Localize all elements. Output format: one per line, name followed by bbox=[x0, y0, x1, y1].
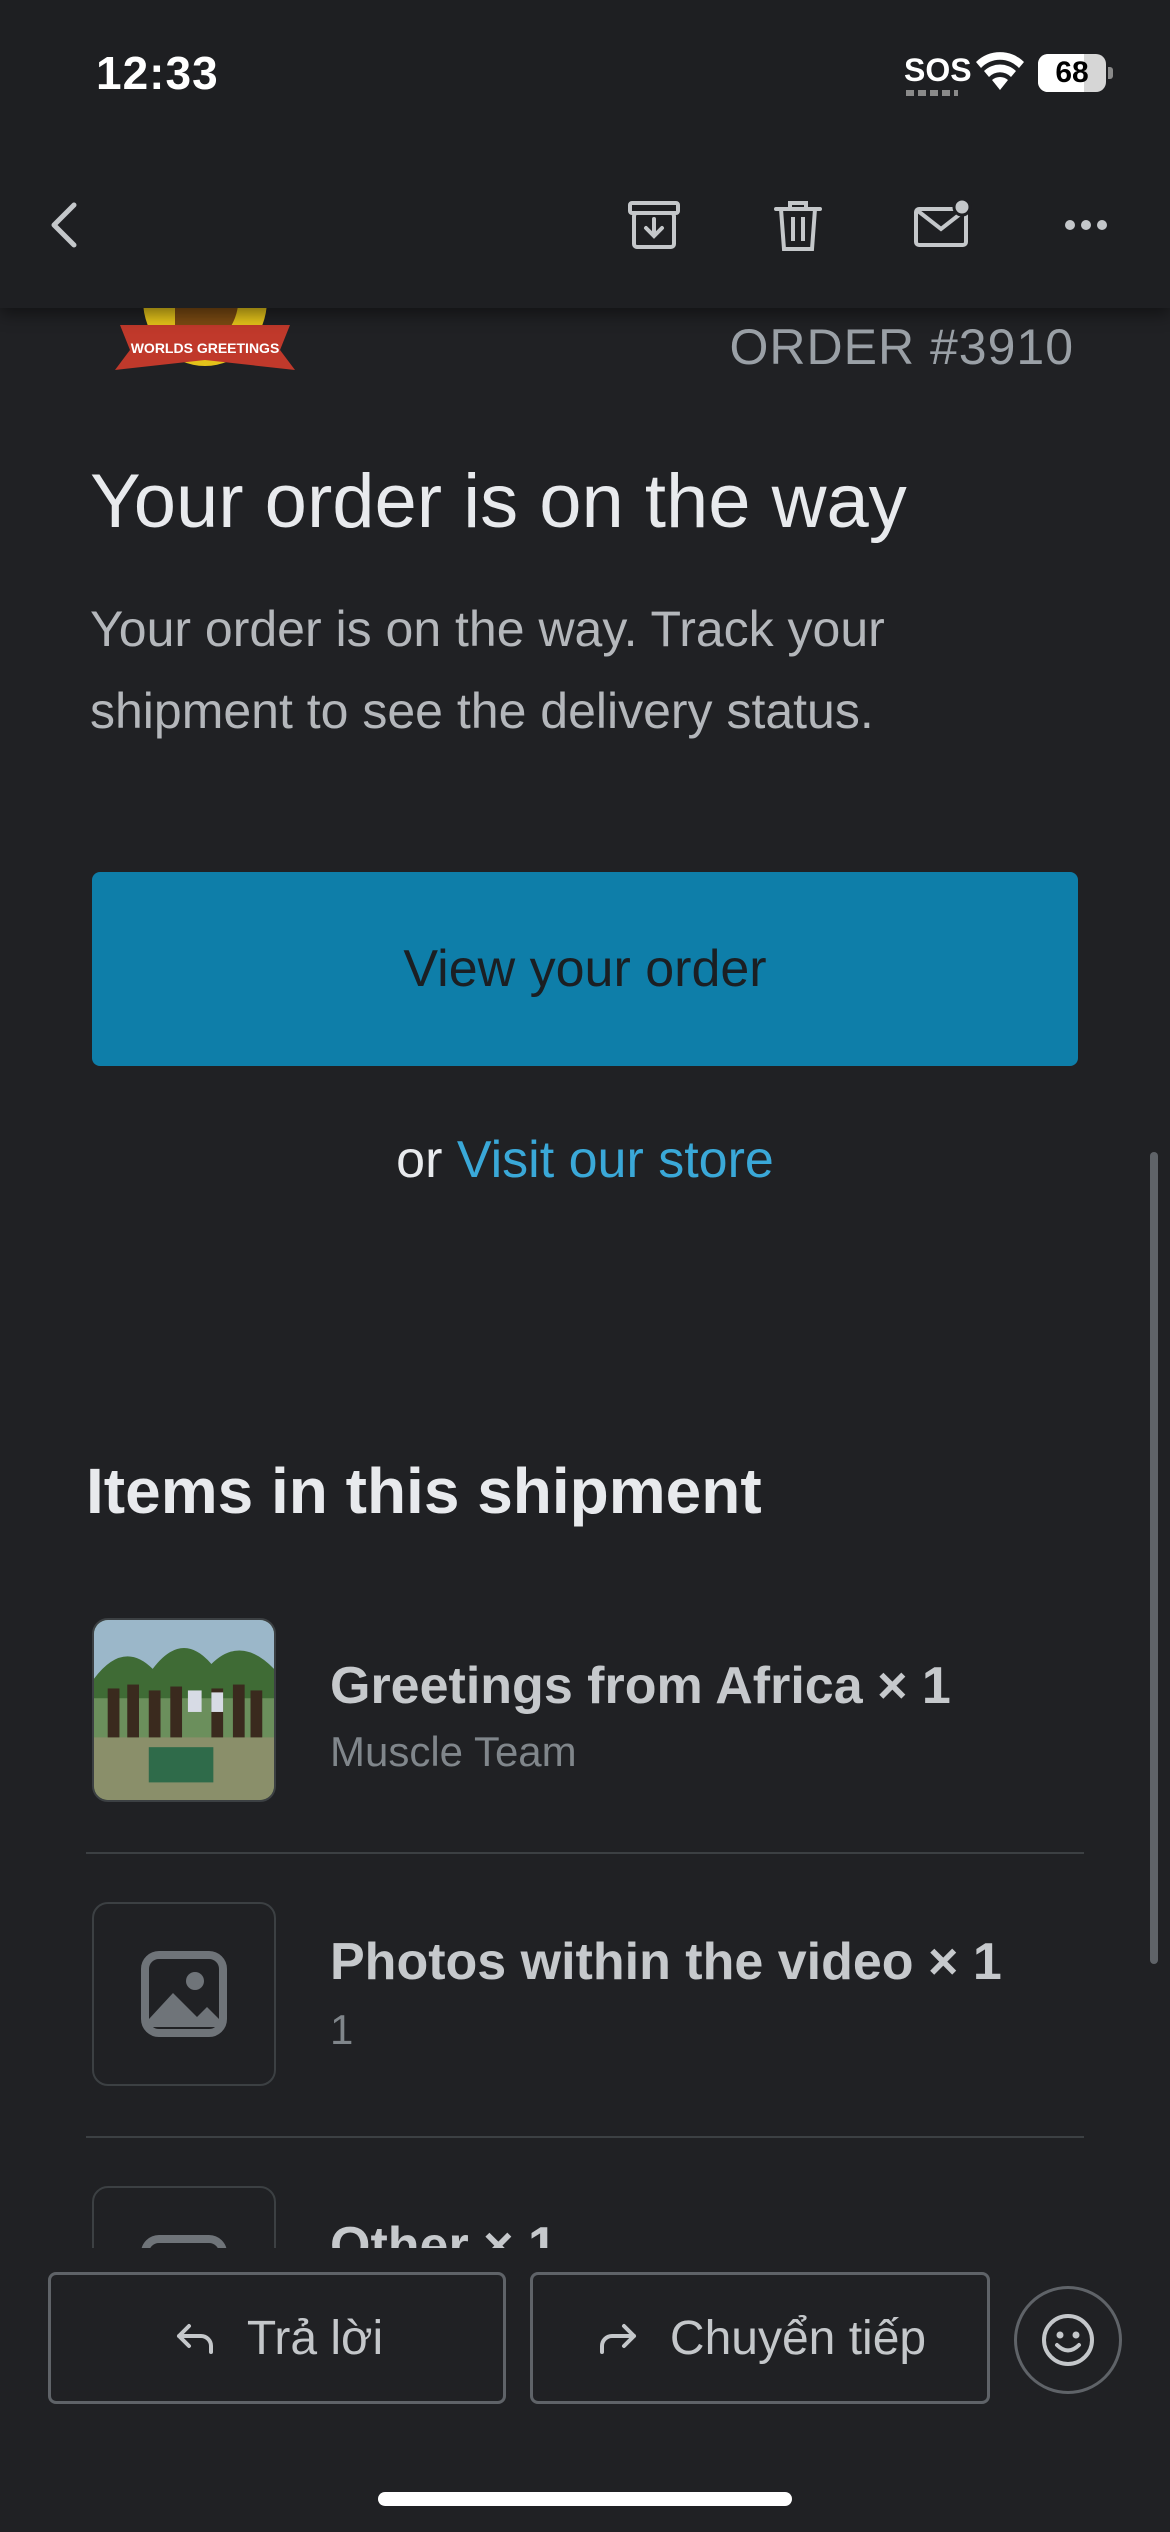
visit-store-link[interactable]: Visit our store bbox=[457, 1131, 774, 1189]
battery-icon: 68 bbox=[1038, 54, 1113, 92]
image-placeholder-icon bbox=[141, 2235, 227, 2248]
signal-dots bbox=[906, 90, 958, 96]
view-order-button[interactable]: View your order bbox=[92, 872, 1078, 1066]
item-subtitle: 1 bbox=[330, 2006, 354, 2053]
reply-label: Trả lời bbox=[246, 2311, 384, 2365]
battery-level: 68 bbox=[1055, 56, 1089, 89]
list-item: Other × 1 bbox=[86, 2186, 1086, 2248]
mail-unread-icon bbox=[914, 197, 972, 247]
reply-icon bbox=[176, 2324, 213, 2354]
order-number: ORDER #3910 bbox=[729, 319, 1074, 375]
emoji-icon bbox=[1042, 2314, 1094, 2366]
item-title: Greetings from Africa × 1 bbox=[330, 1657, 951, 1715]
status-bar: 12:33 SOS 68 bbox=[0, 0, 1170, 150]
header: 12:33 SOS 68 bbox=[0, 0, 1170, 308]
divider bbox=[86, 1852, 1084, 1854]
item-thumbnail bbox=[92, 1902, 276, 2086]
or-text: or bbox=[396, 1131, 443, 1189]
archive-button[interactable] bbox=[614, 180, 694, 270]
divider bbox=[86, 2136, 1084, 2138]
logo-text: WORLDS GREETINGS bbox=[131, 340, 280, 356]
item-subtitle: Muscle Team bbox=[330, 1728, 577, 1775]
delete-button[interactable] bbox=[758, 180, 838, 270]
email-toolbar bbox=[0, 180, 1170, 270]
archive-icon bbox=[628, 201, 680, 249]
forward-button[interactable]: Chuyển tiếp bbox=[530, 2272, 990, 2404]
more-options-button[interactable] bbox=[1046, 180, 1126, 270]
email-screen: WORLDS GREETINGS 12:33 SOS 68 ORDER #391… bbox=[0, 0, 1170, 2532]
store-link-line: or Visit our store bbox=[0, 1130, 1170, 1190]
back-button[interactable] bbox=[26, 180, 106, 270]
home-indicator[interactable] bbox=[378, 2492, 792, 2506]
product-photo bbox=[92, 1618, 276, 1802]
sos-indicator: SOS bbox=[904, 52, 972, 88]
section-title: Items in this shipment bbox=[86, 1455, 762, 1527]
item-title: Other × 1 bbox=[330, 2217, 557, 2248]
email-headline: Your order is on the way bbox=[90, 459, 907, 544]
item-thumbnail bbox=[92, 2186, 276, 2248]
scrollbar[interactable] bbox=[1150, 1152, 1158, 1964]
list-item: Greetings from Africa × 1 Muscle Team bbox=[86, 1618, 1086, 1804]
forward-label: Chuyển tiếp bbox=[669, 2311, 927, 2365]
bottom-action-bar: Trả lời Chuyển tiếp bbox=[0, 2248, 1170, 2532]
chevron-left-icon bbox=[51, 202, 77, 248]
emoji-reaction-button[interactable] bbox=[1014, 2286, 1122, 2394]
forward-icon bbox=[599, 2324, 636, 2354]
reply-button[interactable]: Trả lời bbox=[48, 2272, 506, 2404]
list-item: Photos within the video × 1 1 bbox=[86, 1902, 1086, 2088]
email-subtext: Your order is on the way. Track your shi… bbox=[90, 601, 885, 739]
wifi-icon bbox=[976, 52, 1024, 90]
image-placeholder-icon bbox=[141, 1951, 227, 2037]
item-title: Photos within the video × 1 bbox=[330, 1933, 1002, 1991]
trash-icon bbox=[774, 201, 822, 251]
mark-unread-button[interactable] bbox=[902, 180, 982, 270]
more-horizontal-icon bbox=[1065, 220, 1107, 230]
status-time: 12:33 bbox=[96, 47, 219, 99]
